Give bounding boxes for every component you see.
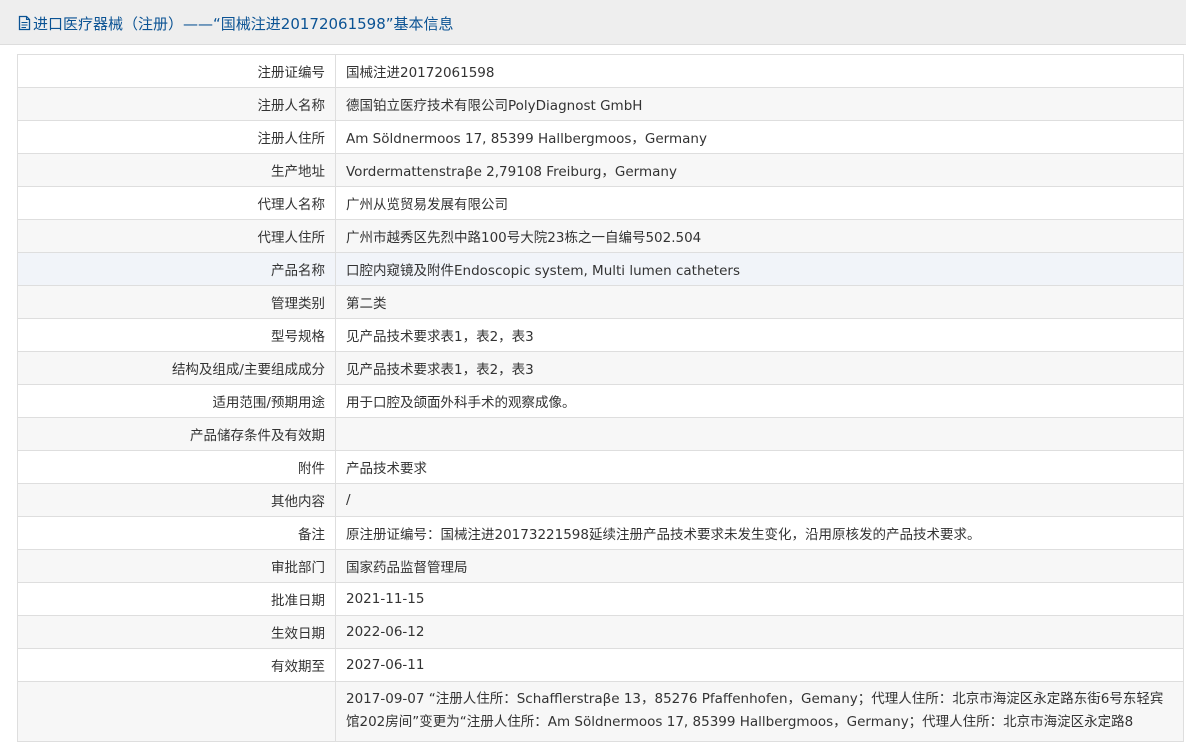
row-label: 批准日期 [17,582,336,616]
row-value [335,417,1184,451]
table-row: 生产地址 Vordermattenstraβe 2,79108 Freiburg… [17,153,1184,187]
row-label: 其他内容 [17,483,336,517]
page-title: 进口医疗器械（注册）——“国械注进20172061598”基本信息 [33,14,454,33]
row-label: 备注 [17,516,336,550]
table-row: 注册证编号 国械注进20172061598 [17,54,1184,88]
row-label: 注册证编号 [17,54,336,88]
document-icon [18,15,31,31]
table-row: 产品名称 口腔内窥镜及附件Endoscopic system, Multi lu… [17,252,1184,286]
row-value: 国械注进20172061598 [335,54,1184,88]
row-label: 生产地址 [17,153,336,187]
device-info-table: 注册证编号 国械注进20172061598 注册人名称 德国铂立医疗技术有限公司… [17,54,1184,742]
row-value: 口腔内窥镜及附件Endoscopic system, Multi lumen c… [335,252,1184,286]
row-value: 广州从览贸易发展有限公司 [335,186,1184,220]
page-header: 进口医疗器械（注册）——“国械注进20172061598”基本信息 [0,0,1186,45]
row-value: 原注册证编号：国械注进20173221598延续注册产品技术要求未发生变化，沿用… [335,516,1184,550]
table-row: 有效期至 2027-06-11 [17,648,1184,682]
table-row: 适用范围/预期用途 用于口腔及颌面外科手术的观察成像。 [17,384,1184,418]
row-label: 附件 [17,450,336,484]
row-value: 德国铂立医疗技术有限公司PolyDiagnost GmbH [335,87,1184,121]
table-row: 生效日期 2022-06-12 [17,615,1184,649]
row-value: / [335,483,1184,517]
row-label: 代理人住所 [17,219,336,253]
table-row: 其他内容 / [17,483,1184,517]
row-label: 型号规格 [17,318,336,352]
change-history-value: 2017-09-07 “注册人住所：Schafflerstraβe 13，852… [335,681,1184,742]
row-label: 有效期至 [17,648,336,682]
row-label: 生效日期 [17,615,336,649]
row-label: 产品名称 [17,252,336,286]
row-value: 广州市越秀区先烈中路100号大院23栋之一自编号502.504 [335,219,1184,253]
row-value: 国家药品监督管理局 [335,549,1184,583]
row-value: 第二类 [335,285,1184,319]
row-label: 注册人名称 [17,87,336,121]
table-row: 审批部门 国家药品监督管理局 [17,549,1184,583]
table-row: 附件 产品技术要求 [17,450,1184,484]
row-label: 产品储存条件及有效期 [17,417,336,451]
row-value: 见产品技术要求表1，表2，表3 [335,318,1184,352]
table-row: 产品储存条件及有效期 [17,417,1184,451]
row-label [17,681,336,742]
table-row: 代理人住所 广州市越秀区先烈中路100号大院23栋之一自编号502.504 [17,219,1184,253]
row-label: 适用范围/预期用途 [17,384,336,418]
table-row: 管理类别 第二类 [17,285,1184,319]
table-row: 2017-09-07 “注册人住所：Schafflerstraβe 13，852… [17,681,1184,742]
row-value: 2027-06-11 [335,648,1184,682]
table-row: 结构及组成/主要组成成分 见产品技术要求表1，表2，表3 [17,351,1184,385]
row-value: Vordermattenstraβe 2,79108 Freiburg，Germ… [335,153,1184,187]
row-value: 2021-11-15 [335,582,1184,616]
table-row: 批准日期 2021-11-15 [17,582,1184,616]
table-row: 代理人名称 广州从览贸易发展有限公司 [17,186,1184,220]
row-label: 注册人住所 [17,120,336,154]
row-value: 用于口腔及颌面外科手术的观察成像。 [335,384,1184,418]
table-row: 注册人住所 Am Söldnermoos 17, 85399 Hallbergm… [17,120,1184,154]
row-label: 审批部门 [17,549,336,583]
row-value: 2022-06-12 [335,615,1184,649]
row-label: 代理人名称 [17,186,336,220]
table-row: 注册人名称 德国铂立医疗技术有限公司PolyDiagnost GmbH [17,87,1184,121]
row-value: Am Söldnermoos 17, 85399 Hallbergmoos，Ge… [335,120,1184,154]
row-value: 产品技术要求 [335,450,1184,484]
header-title-wrap: 进口医疗器械（注册）——“国械注进20172061598”基本信息 [18,12,454,34]
table-row: 型号规格 见产品技术要求表1，表2，表3 [17,318,1184,352]
row-value: 见产品技术要求表1，表2，表3 [335,351,1184,385]
row-label: 管理类别 [17,285,336,319]
table-row: 备注 原注册证编号：国械注进20173221598延续注册产品技术要求未发生变化… [17,516,1184,550]
row-label: 结构及组成/主要组成成分 [17,351,336,385]
